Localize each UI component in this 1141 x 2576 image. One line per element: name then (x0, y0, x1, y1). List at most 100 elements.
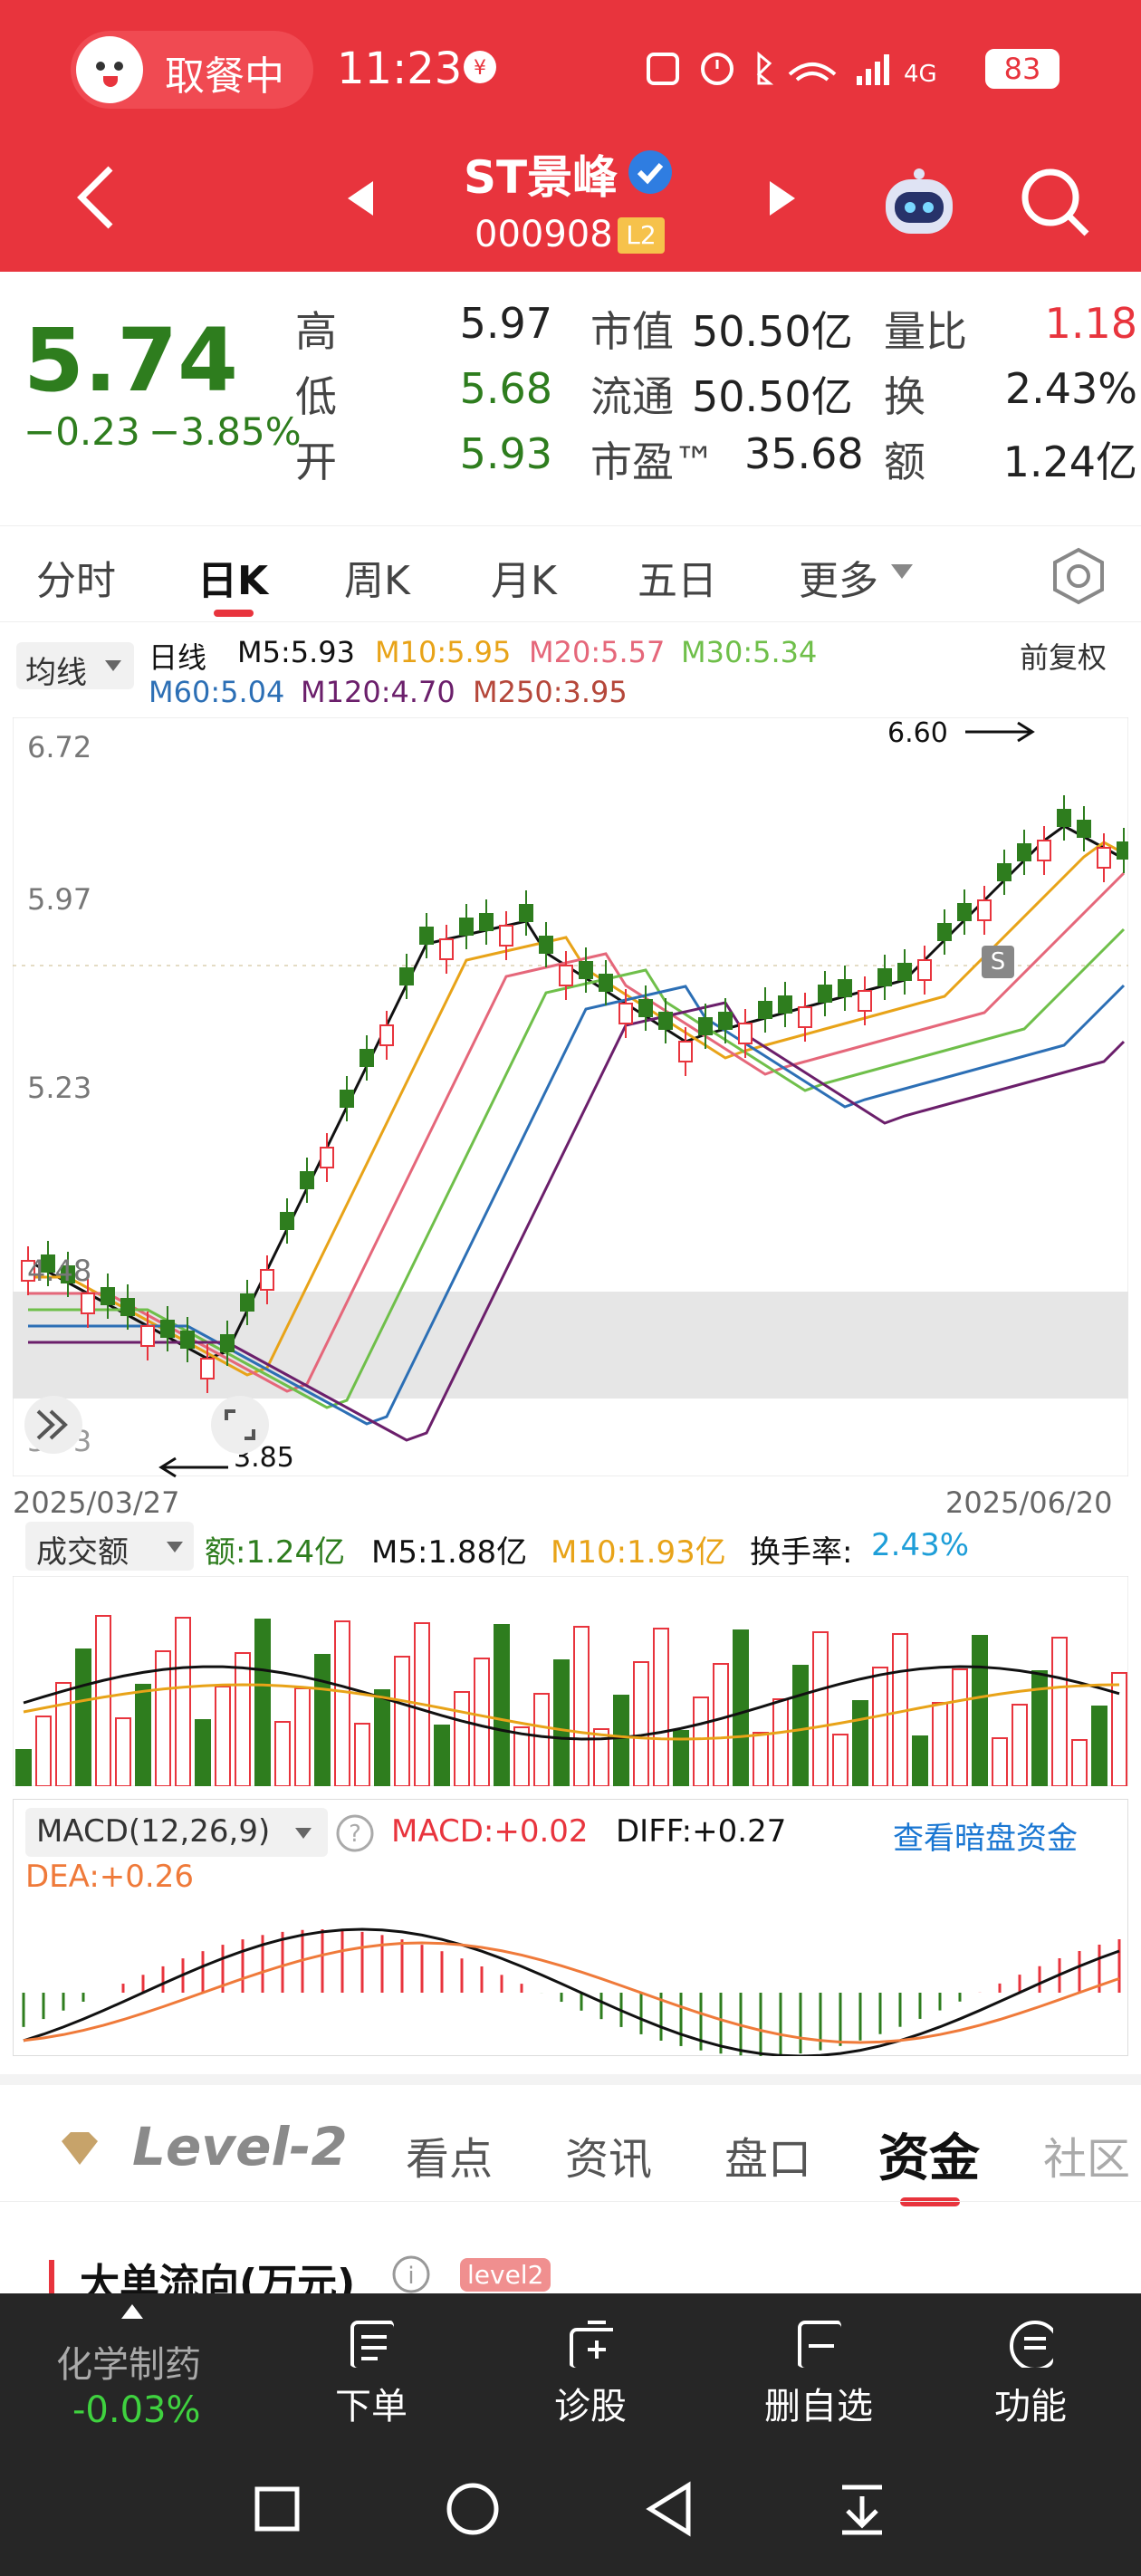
volume-bar (254, 1619, 271, 1786)
tab-weekly-k[interactable]: 周K (344, 548, 410, 606)
back-nav-icon[interactable] (641, 2480, 695, 2538)
indicator-selector[interactable]: 均线 (16, 642, 134, 691)
candlestick-chart[interactable]: 6.72 5.97 5.23 4.48 3.73 6.60 3.85 S 202… (13, 717, 1128, 1520)
tab-capital[interactable]: 资金 (878, 2118, 980, 2191)
candle-body (419, 927, 434, 945)
tab-level2[interactable]: Level-2 (132, 2116, 348, 2177)
prev-stock-icon[interactable] (344, 179, 377, 217)
macd-selector[interactable]: MACD(12,26,9) (25, 1808, 328, 1857)
volume-bar (454, 1691, 470, 1786)
volume-bar (1111, 1672, 1127, 1786)
sell-signal-marker[interactable]: S (982, 946, 1014, 978)
volume-selector[interactable]: 成交额 (25, 1522, 194, 1571)
candle-body (798, 1006, 812, 1028)
candle-body (140, 1325, 155, 1347)
diagnose-label: 诊股 (554, 2386, 627, 2427)
recent-apps-icon[interactable] (252, 2484, 302, 2534)
float-label: 流通 (590, 372, 674, 421)
volume-bar (374, 1689, 390, 1786)
functions-button[interactable]: 功能 (976, 2319, 1085, 2429)
turnover-label: 换 (884, 372, 925, 421)
home-icon[interactable] (444, 2480, 502, 2538)
robot-assistant-icon[interactable] (878, 167, 960, 243)
remove-watchlist-label: 删自选 (764, 2386, 873, 2427)
pe-label: 市盈™ (590, 437, 715, 486)
volume-chart (13, 1576, 1128, 1786)
tab-news[interactable]: 资讯 (565, 2123, 652, 2187)
next-stock-icon[interactable] (766, 179, 799, 217)
settings-hexagon-icon[interactable] (1049, 546, 1108, 606)
y-tick-1: 6.72 (27, 730, 92, 764)
volume-turnover-label: 换手率: (750, 1534, 853, 1571)
volume-bar (55, 1682, 72, 1786)
adjust-mode[interactable]: 前复权 (1020, 635, 1107, 677)
tab-community[interactable]: 社区 (1043, 2123, 1130, 2187)
candle-body (399, 967, 414, 985)
y-tick-4: 4.48 (27, 1254, 92, 1288)
volume-bar (772, 1698, 789, 1786)
kline-canvas (13, 717, 1128, 1476)
tab-daily-k[interactable]: 日K (197, 548, 268, 606)
ma30-value: M30:5.34 (681, 635, 818, 669)
takeout-pill[interactable]: 取餐中 (71, 31, 313, 109)
candle-body (877, 968, 892, 986)
place-order-button[interactable]: 下单 (317, 2319, 426, 2429)
help-icon[interactable]: ? (335, 1813, 375, 1853)
chart-period-tabs: 分时 日K 周K 月K 五日 更多 (0, 525, 1141, 617)
candle-body (818, 985, 832, 1003)
verified-icon (628, 150, 672, 194)
volume-bar (733, 1629, 749, 1786)
volume-bar (792, 1665, 809, 1786)
tab-order-book[interactable]: 盘口 (724, 2123, 811, 2187)
diamond-icon (62, 2132, 98, 2165)
volume-bar (235, 1652, 251, 1786)
section-accent-bar (49, 2260, 54, 2294)
volume-bar (633, 1661, 649, 1786)
volume-bar (653, 1628, 669, 1786)
volume-bar (334, 1620, 350, 1786)
fullscreen-icon[interactable] (208, 1393, 272, 1456)
candle-body (838, 979, 852, 997)
mcap-label: 市值 (590, 307, 674, 356)
volume-bar (613, 1695, 629, 1786)
candle-body (1097, 847, 1111, 869)
app-header: 取餐中 11:23 ¥ 4G 83 ST景峰 000908 L2 (0, 0, 1141, 272)
volume-bar (135, 1684, 151, 1786)
candle-body (917, 959, 932, 981)
tab-highlights[interactable]: 看点 (406, 2123, 493, 2187)
candle-body (559, 965, 573, 986)
volume-bar (573, 1626, 590, 1786)
volume-bar (1051, 1637, 1068, 1786)
candle-body (320, 1147, 334, 1168)
battery-indicator: 83 (985, 49, 1060, 89)
volume-bar (992, 1737, 1008, 1786)
bottom-nav: 化学制药 -0.03% 下单 诊股 删自选 功能 (0, 2293, 1141, 2576)
tab-intraday[interactable]: 分时 (36, 548, 116, 606)
back-icon[interactable] (74, 163, 120, 232)
sector-name[interactable]: 化学制药 (56, 2335, 201, 2388)
volume-bar (294, 1687, 311, 1786)
high-label: 高 (295, 307, 337, 356)
search-icon[interactable] (1020, 167, 1092, 239)
candle-body (858, 990, 872, 1012)
tab-five-day[interactable]: 五日 (638, 548, 717, 606)
low-label: 低 (295, 372, 337, 421)
candle-body (439, 938, 454, 960)
info-icon[interactable]: i (391, 2254, 431, 2294)
price-change: −0.23 (24, 409, 140, 454)
expand-icon[interactable] (22, 1393, 85, 1456)
chevron-down-icon (105, 660, 121, 671)
open-value: 5.93 (459, 429, 552, 478)
download-icon[interactable] (835, 2480, 889, 2538)
tab-monthly-k[interactable]: 月K (491, 548, 557, 606)
ma20-value: M20:5.57 (529, 635, 666, 669)
remove-watchlist-button[interactable]: 删自选 (755, 2319, 882, 2429)
diagnose-button[interactable]: 诊股 (536, 2319, 645, 2429)
dark-pool-link[interactable]: 查看暗盘资金 (893, 1813, 1078, 1858)
candle-body (519, 904, 533, 922)
tab-more[interactable]: 更多 (799, 548, 878, 606)
volume-ratio-label: 量比 (884, 307, 967, 356)
diff-line (23, 1927, 1120, 2056)
candle-body (360, 1049, 374, 1067)
candle-body (280, 1212, 294, 1230)
